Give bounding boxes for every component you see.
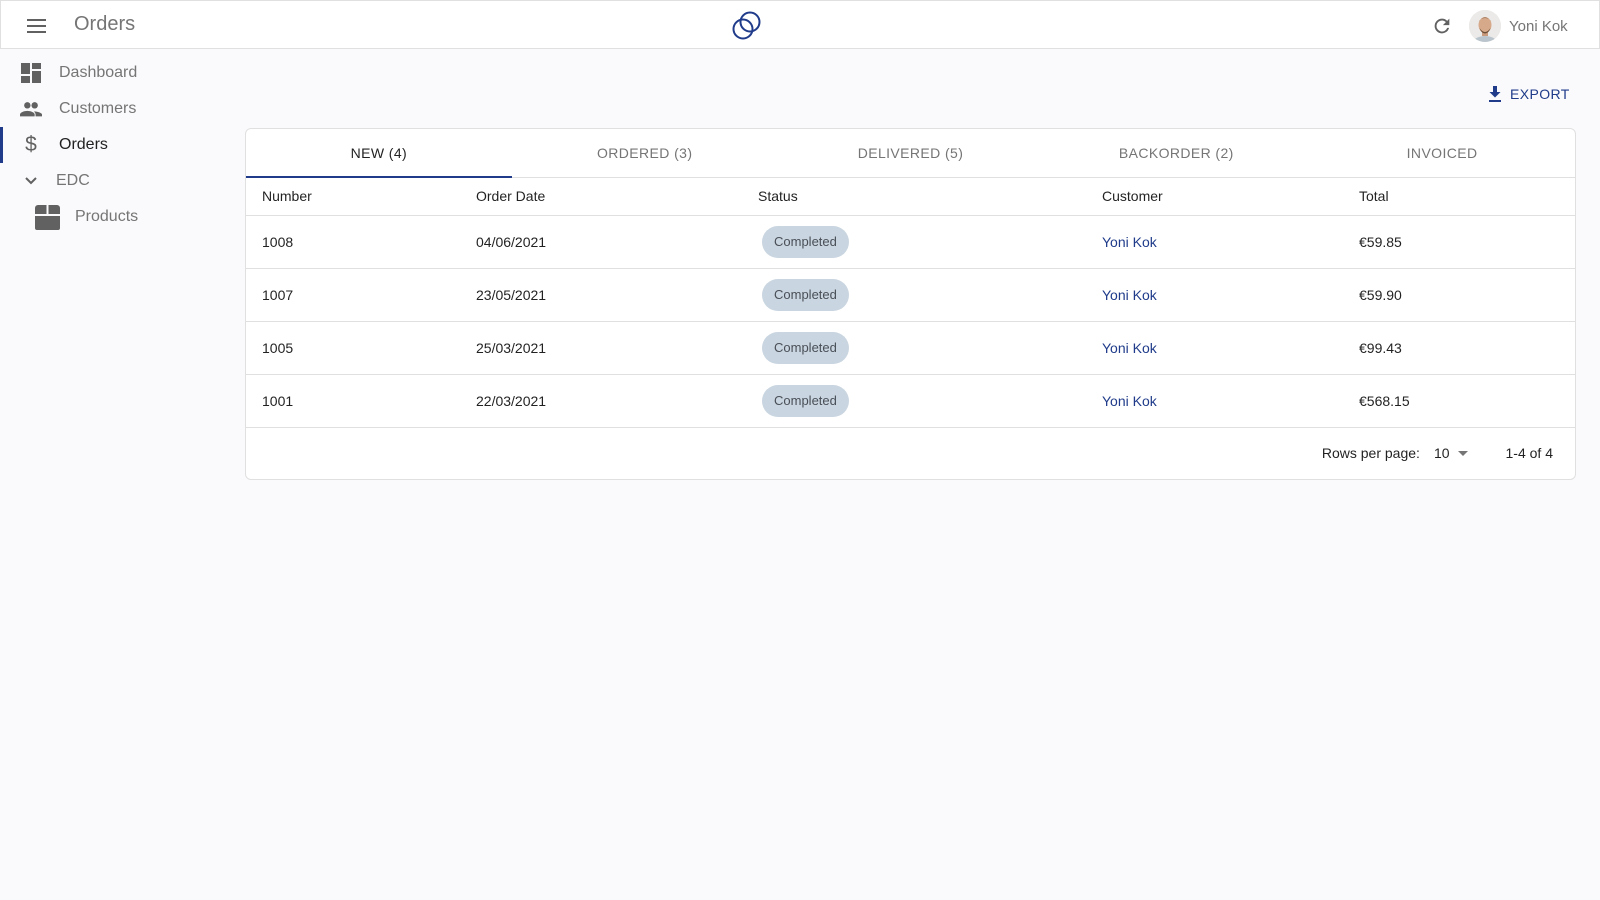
order-total: €568.15	[1359, 374, 1575, 428]
status-cell: Completed	[758, 215, 1102, 269]
order-date: 25/03/2021	[476, 321, 758, 375]
sidebar-group-label: EDC	[56, 172, 90, 189]
customer-link[interactable]: Yoni Kok	[1102, 287, 1157, 303]
sidebar-item-dashboard[interactable]: Dashboard	[0, 55, 240, 91]
table-row[interactable]: 1005 25/03/2021 Completed Yoni Kok €99.4…	[246, 321, 1575, 375]
app-bar: Orders Yoni Kok	[0, 0, 1600, 49]
customer-cell: Yoni Kok	[1102, 268, 1359, 322]
order-date: 23/05/2021	[476, 268, 758, 322]
user-menu[interactable]: Yoni Kok	[1469, 9, 1568, 43]
order-number: 1005	[246, 321, 476, 375]
sidebar-item-label: Customers	[59, 100, 137, 117]
chevron-down-icon	[20, 170, 42, 192]
customer-cell: Yoni Kok	[1102, 215, 1359, 269]
status-badge: Completed	[762, 331, 849, 364]
status-cell: Completed	[758, 374, 1102, 428]
order-status-tabs: NEW (4) ORDERED (3) DELIVERED (5) BACKOR…	[246, 129, 1575, 178]
logo-icon	[732, 11, 761, 40]
caret-down-icon	[1457, 450, 1468, 456]
dashboard-icon	[20, 62, 42, 84]
column-header-customer[interactable]: Customer	[1102, 178, 1359, 216]
export-label: EXPORT	[1510, 86, 1570, 102]
table-row[interactable]: 1001 22/03/2021 Completed Yoni Kok €568.…	[246, 374, 1575, 428]
dollar-icon: $	[25, 133, 37, 156]
column-header-status[interactable]: Status	[758, 178, 1102, 216]
menu-icon[interactable]	[23, 13, 49, 39]
export-button[interactable]: EXPORT	[1488, 82, 1570, 106]
rows-per-page-label: Rows per page:	[1321, 445, 1420, 461]
refresh-icon	[1434, 18, 1450, 34]
avatar	[1469, 10, 1501, 42]
customer-link[interactable]: Yoni Kok	[1102, 234, 1157, 250]
status-badge: Completed	[762, 278, 849, 311]
sidebar-item-orders[interactable]: $ Orders	[0, 127, 240, 163]
status-badge: Completed	[762, 384, 849, 417]
order-total: €59.90	[1359, 268, 1575, 322]
customer-link[interactable]: Yoni Kok	[1102, 393, 1157, 409]
tab-ordered[interactable]: ORDERED (3)	[512, 129, 778, 177]
pagination: Rows per page: 10 1-4 of 4	[1322, 427, 1553, 479]
customer-link[interactable]: Yoni Kok	[1102, 340, 1157, 356]
column-header-total[interactable]: Total	[1359, 178, 1575, 216]
column-header-number[interactable]: Number	[246, 178, 476, 216]
sidebar-item-customers[interactable]: Customers	[0, 91, 240, 127]
table-header-row: Number Order Date Status Customer Total	[246, 178, 1575, 216]
order-number: 1001	[246, 374, 476, 428]
table-row[interactable]: 1007 23/05/2021 Completed Yoni Kok €59.9…	[246, 268, 1575, 322]
customer-cell: Yoni Kok	[1102, 321, 1359, 375]
sidebar-group-edc[interactable]: EDC	[0, 163, 240, 199]
table-row[interactable]: 1008 04/06/2021 Completed Yoni Kok €59.8…	[246, 215, 1575, 269]
tab-backorder[interactable]: BACKORDER (2)	[1043, 129, 1309, 177]
tab-delivered[interactable]: DELIVERED (5)	[778, 129, 1044, 177]
people-icon	[20, 98, 42, 120]
rows-per-page-value: 10	[1433, 445, 1450, 461]
box-icon	[34, 204, 60, 230]
tab-invoiced[interactable]: INVOICED	[1309, 129, 1575, 177]
status-cell: Completed	[758, 268, 1102, 322]
user-name: Yoni Kok	[1509, 17, 1568, 35]
order-total: €59.85	[1359, 215, 1575, 269]
sidebar-item-label: Orders	[59, 136, 108, 153]
download-icon	[1489, 86, 1501, 102]
order-date: 22/03/2021	[476, 374, 758, 428]
sidebar-item-label: Products	[75, 208, 139, 225]
status-cell: Completed	[758, 321, 1102, 375]
column-header-order-date[interactable]: Order Date	[476, 178, 758, 216]
orders-card: NEW (4) ORDERED (3) DELIVERED (5) BACKOR…	[245, 128, 1576, 480]
sidebar: Dashboard Customers $ Orders EDC Product…	[0, 49, 240, 235]
status-badge: Completed	[762, 225, 849, 258]
page-info: 1-4 of 4	[1505, 445, 1553, 461]
user-avatar-icon	[1469, 10, 1501, 42]
customer-cell: Yoni Kok	[1102, 374, 1359, 428]
page-title: Orders	[74, 13, 136, 35]
order-number: 1008	[246, 215, 476, 269]
refresh-button[interactable]	[1429, 13, 1455, 39]
order-number: 1007	[246, 268, 476, 322]
tab-new[interactable]: NEW (4)	[246, 129, 512, 178]
order-date: 04/06/2021	[476, 215, 758, 269]
order-total: €99.43	[1359, 321, 1575, 375]
rows-per-page-select[interactable]: 10	[1434, 445, 1468, 461]
orders-table: Number Order Date Status Customer Total …	[246, 178, 1575, 428]
sidebar-item-products[interactable]: Products	[0, 199, 240, 235]
sidebar-item-label: Dashboard	[59, 64, 138, 81]
